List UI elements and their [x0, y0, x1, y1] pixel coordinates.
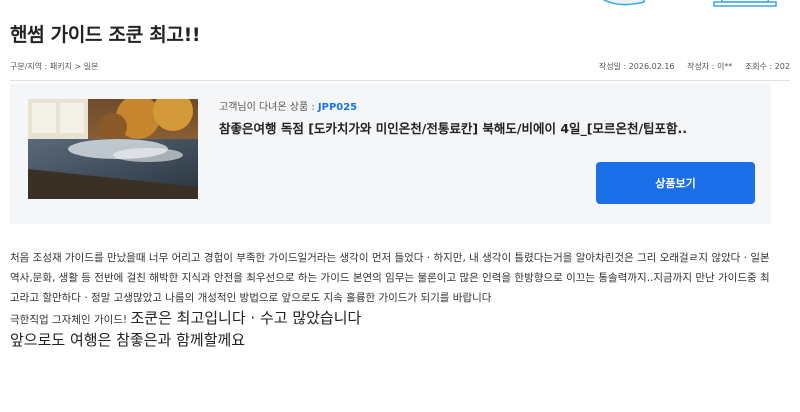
product-label: 고객님이 다녀온 상품 : JPP025 — [219, 98, 357, 113]
divider — [10, 80, 790, 81]
post-date: 작성일 : 2026.02.16 — [598, 61, 675, 71]
review-body: 처음 조성재 가이드를 만났을때 너무 어리고 경험이 부족한 가이드일거라는 … — [10, 248, 778, 350]
post-meta-info: 작성일 : 2026.02.16 작성자 : 이** 조회수 : 202 — [589, 61, 790, 72]
review-line-2-main: 조쿤은 최고입니다 · 수고 많았습니다 — [130, 309, 362, 327]
product-name[interactable]: 참좋은여행 독점 [도카치가와 미인온천/전통료칸] 북해도/비에이 4일_[모… — [219, 118, 759, 137]
product-card: 고객님이 다녀온 상품 : JPP025 참좋은여행 독점 [도카치가와 미인온… — [10, 84, 771, 224]
product-thumbnail[interactable] — [28, 99, 198, 199]
decorative-illustration — [603, 0, 777, 7]
post-meta: 구분/지역 : 패키지 > 일본 작성일 : 2026.02.16 작성자 : … — [10, 58, 790, 74]
review-paragraph: 처음 조성재 가이드를 만났을때 너무 어리고 경험이 부족한 가이드일거라는 … — [10, 252, 770, 304]
breadcrumb: 구분/지역 : 패키지 > 일본 — [10, 61, 99, 71]
product-label-prefix: 고객님이 다녀온 상품 : — [219, 102, 318, 113]
view-product-button[interactable]: 상품보기 — [596, 162, 755, 204]
post-views: 조회수 : 202 — [744, 61, 790, 71]
post-author: 작성자 : 이** — [687, 61, 733, 71]
review-line-2: 극한직업 그자체인 가이드! 조쿤은 최고입니다 · 수고 많았습니다 — [10, 308, 778, 330]
page-title: 핸썸 가이드 조쿤 최고!! — [10, 24, 201, 46]
review-line-3: 앞으로도 여행은 참좋은과 함께할께요 — [10, 331, 246, 349]
product-code[interactable]: JPP025 — [318, 102, 357, 113]
review-line-2-lead: 극한직업 그자체인 가이드! — [10, 314, 131, 326]
